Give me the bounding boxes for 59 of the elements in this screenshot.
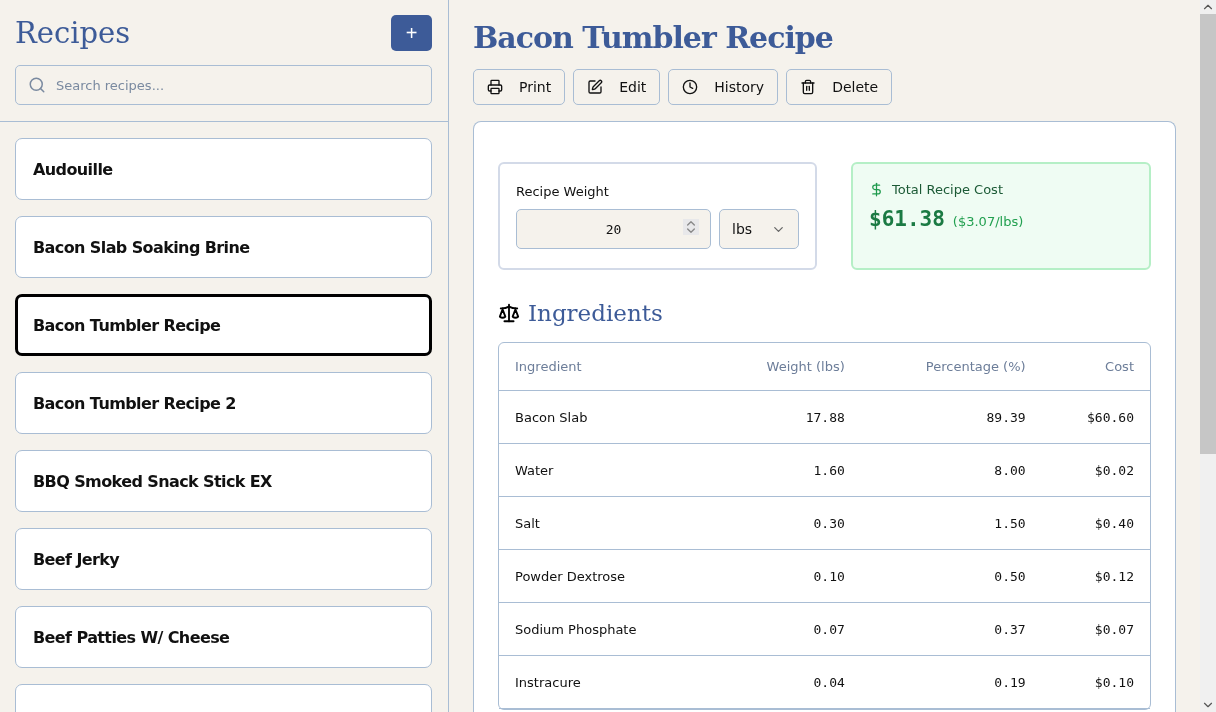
table-cell: Salt [499, 497, 710, 550]
table-cell: 1.60 [709, 444, 861, 497]
table-cell: $0.12 [1041, 550, 1150, 603]
recipe-card[interactable]: Audouille [15, 138, 432, 200]
scale-icon [498, 302, 520, 324]
pencil-square-icon [587, 79, 604, 95]
printer-icon [487, 79, 503, 95]
scrollbar[interactable] [1200, 0, 1216, 712]
add-recipe-button[interactable]: + [391, 15, 432, 51]
total-cost: $61.38 [869, 207, 945, 231]
ingredients-heading: Ingredients [528, 300, 663, 326]
recipe-card[interactable]: Bacon Tumbler Recipe 2 [15, 372, 432, 434]
table-cell: Bacon Slab [499, 391, 710, 444]
recipe-title: Bacon Tumbler Recipe [473, 20, 834, 55]
search-icon [28, 76, 46, 94]
delete-button[interactable]: Delete [786, 69, 893, 105]
recipe-card[interactable]: Bacon Tumbler Recipe [15, 294, 432, 356]
table-cell: 8.00 [860, 444, 1042, 497]
table-cell: Powder Dextrose [499, 550, 710, 603]
column-header: Weight (lbs) [709, 343, 861, 391]
table-cell: Sodium Phosphate [499, 603, 710, 656]
table-cell: 0.37 [860, 603, 1042, 656]
table-cell: $0.02 [1041, 444, 1150, 497]
print-button[interactable]: Print [473, 69, 566, 105]
column-header: Percentage (%) [860, 343, 1042, 391]
unit-select[interactable]: lbs [719, 209, 799, 249]
table-cell: 89.39 [860, 391, 1042, 444]
table-cell: 0.30 [709, 497, 861, 550]
trash-icon [800, 79, 817, 95]
recipe-card[interactable]: Bacon Slab Soaking Brine [15, 216, 432, 278]
weight-label: Recipe Weight [516, 184, 610, 199]
recipe-card[interactable]: Beef Jerky [15, 528, 432, 590]
table-cell: 0.07 [709, 603, 861, 656]
table-cell: $0.10 [1041, 656, 1150, 709]
recipe-card[interactable]: BBQ Smoked Snack Stick EX [15, 450, 432, 512]
table-cell: 1.50 [860, 497, 1042, 550]
table-cell: 0.04 [709, 656, 861, 709]
table-cell: 0.50 [860, 550, 1042, 603]
table-cell: $0.40 [1041, 497, 1150, 550]
history-button[interactable]: History [668, 69, 779, 105]
recipe-card[interactable]: Beef Patties W/ Cheese [15, 606, 432, 668]
table-cell: 17.88 [709, 391, 861, 444]
table-cell: Water [499, 444, 710, 497]
scrollbar-thumb[interactable] [1200, 14, 1216, 454]
weight-input[interactable]: 20 [516, 209, 711, 249]
table-cell: Instracure [499, 656, 710, 709]
cost-per-unit: ($3.07/lbs) [952, 214, 1024, 229]
table-cell: 0.19 [860, 656, 1042, 709]
clock-icon [682, 79, 699, 95]
search-field[interactable]: Search recipes... [15, 65, 432, 105]
table-cell: $0.07 [1041, 603, 1150, 656]
dollar-icon [869, 182, 884, 197]
sidebar-title: Recipes [15, 15, 131, 50]
edit-button[interactable]: Edit [573, 69, 661, 105]
column-header: Cost [1041, 343, 1150, 391]
table-cell: $60.60 [1041, 391, 1150, 444]
cost-label: Total Recipe Cost [892, 182, 1003, 197]
table-cell: 0.10 [709, 550, 861, 603]
column-header: Ingredient [499, 343, 710, 391]
